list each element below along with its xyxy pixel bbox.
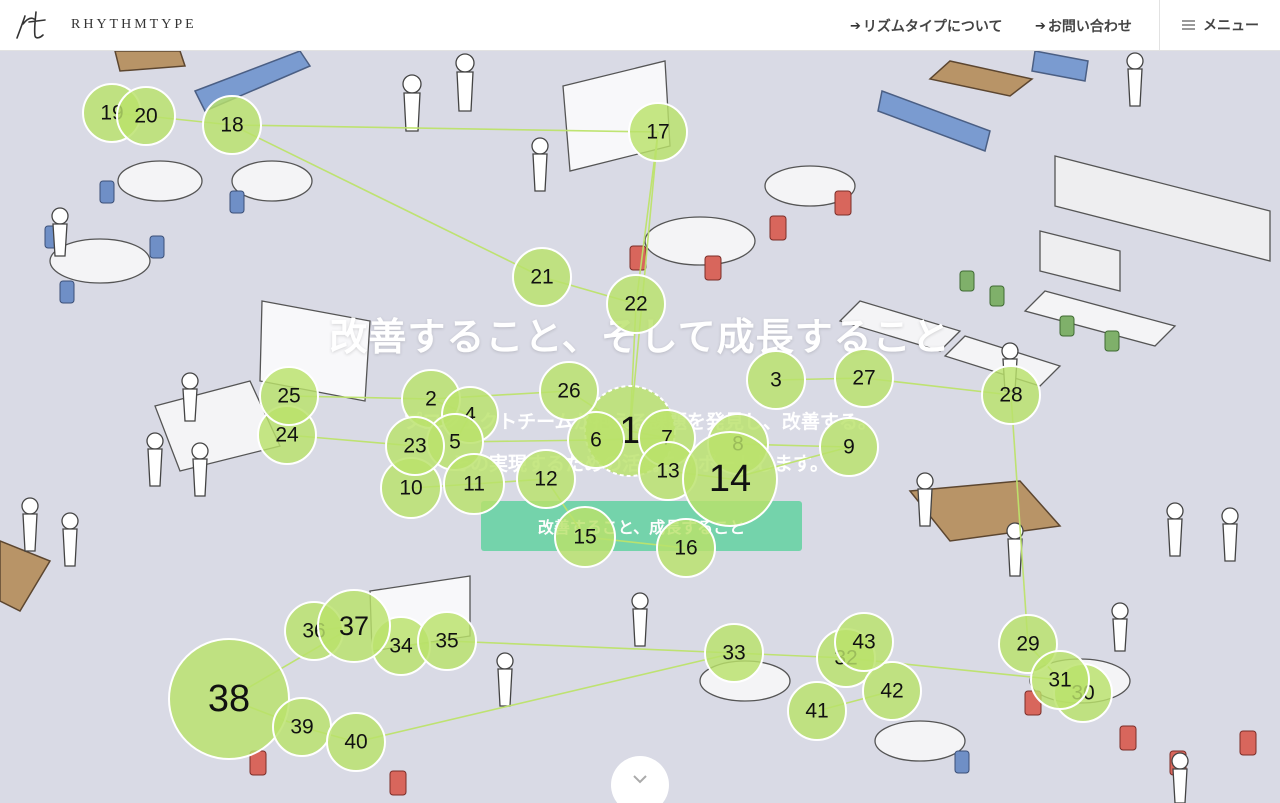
- bubble-6[interactable]: 6: [567, 411, 625, 469]
- bubble-label: 25: [277, 385, 300, 408]
- bubble-label: 28: [999, 384, 1022, 407]
- bubble-20[interactable]: 20: [116, 86, 176, 146]
- connection-line: [231, 124, 543, 278]
- bubble-37[interactable]: 37: [317, 589, 391, 663]
- bubble-25[interactable]: 25: [259, 366, 319, 426]
- site-header: RHYTHMTYPE ➔ リズムタイプについて ➔ お問い合わせ メニュー: [0, 0, 1280, 51]
- bubble-15[interactable]: 15: [554, 506, 616, 568]
- bubble-12[interactable]: 12: [516, 449, 576, 509]
- bubble-18[interactable]: 18: [202, 95, 262, 155]
- bubble-39[interactable]: 39: [272, 697, 332, 757]
- bubble-43[interactable]: 43: [834, 612, 894, 672]
- nav-link-contact[interactable]: ➔ お問い合わせ: [1035, 16, 1132, 36]
- bubble-3[interactable]: 3: [746, 350, 806, 410]
- bubble-22[interactable]: 22: [606, 274, 666, 334]
- bubble-label: 41: [805, 700, 828, 723]
- arrow-right-icon: ➔: [850, 18, 861, 34]
- bubble-label: 6: [590, 429, 602, 452]
- network-bubble-map: 1234567891011121314151617181920212223242…: [82, 83, 1113, 772]
- bubble-label: 34: [389, 635, 413, 658]
- bubble-label: 39: [290, 716, 313, 739]
- nav-link-label: リズムタイプについて: [862, 19, 1003, 35]
- rhythmtype-logo-icon[interactable]: [14, 8, 58, 42]
- bubble-21[interactable]: 21: [512, 247, 572, 307]
- connection-line: [1010, 394, 1029, 645]
- bubble-40[interactable]: 40: [326, 712, 386, 772]
- nav-link-label: お問い合わせ: [1047, 19, 1132, 35]
- bubble-label: 24: [275, 424, 299, 447]
- hero-section: 1234567891011121314151617181920212223242…: [0, 51, 1280, 803]
- bubble-label: 31: [1048, 669, 1071, 692]
- bubble-label: 12: [534, 468, 557, 491]
- bubble-label: 35: [435, 630, 458, 653]
- menu-button[interactable]: メニュー: [1159, 0, 1280, 50]
- bubble-label: 15: [573, 526, 596, 549]
- bubble-label: 16: [674, 537, 697, 560]
- bubble-label: 40: [344, 731, 367, 754]
- bubble-11[interactable]: 11: [443, 453, 505, 515]
- bubble-41[interactable]: 41: [787, 681, 847, 741]
- logo-text[interactable]: RHYTHMTYPE: [71, 17, 197, 33]
- bubble-28[interactable]: 28: [981, 365, 1041, 425]
- bubble-label: 13: [656, 460, 679, 483]
- bubble-17[interactable]: 17: [628, 102, 688, 162]
- bubble-label: 3: [770, 369, 782, 392]
- chevron-down-icon: [633, 775, 647, 784]
- bubble-14[interactable]: 14: [682, 431, 778, 527]
- bubble-16[interactable]: 16: [656, 518, 716, 578]
- bubble-38[interactable]: 38: [168, 638, 290, 760]
- bubble-label: 22: [624, 293, 647, 316]
- bubble-label: 33: [722, 642, 745, 665]
- bubble-33[interactable]: 33: [704, 623, 764, 683]
- bubble-label: 20: [134, 105, 157, 128]
- bubble-label: 27: [852, 367, 875, 390]
- hamburger-icon: [1182, 20, 1195, 30]
- bubble-9[interactable]: 9: [819, 417, 879, 477]
- bubble-label: 38: [208, 678, 250, 720]
- bubble-label: 18: [220, 114, 243, 137]
- bubble-label: 11: [463, 473, 485, 496]
- connection-line: [231, 124, 659, 133]
- bubble-label: 29: [1016, 633, 1039, 656]
- bubble-31[interactable]: 31: [1030, 650, 1090, 710]
- bubble-label: 21: [530, 266, 553, 289]
- menu-label: メニュー: [1203, 18, 1259, 34]
- bubble-label: 5: [449, 431, 461, 454]
- nav-link-about[interactable]: ➔ リズムタイプについて: [850, 16, 1003, 36]
- bubble-label: 43: [852, 631, 875, 654]
- bubble-label: 10: [399, 477, 422, 500]
- bubble-label: 42: [880, 680, 903, 703]
- bubble-label: 37: [339, 611, 369, 641]
- bubble-label: 26: [557, 380, 580, 403]
- bubble-26[interactable]: 26: [539, 361, 599, 421]
- bubble-label: 9: [843, 436, 855, 459]
- arrow-right-icon: ➔: [1035, 18, 1046, 34]
- bubble-23[interactable]: 23: [385, 416, 445, 476]
- bubble-label: 23: [403, 435, 426, 458]
- bubble-label: 17: [646, 121, 669, 144]
- bubble-label: 14: [709, 458, 751, 500]
- bubble-27[interactable]: 27: [834, 348, 894, 408]
- bubble-label: 2: [425, 388, 437, 411]
- connection-line: [446, 640, 735, 654]
- bubble-35[interactable]: 35: [417, 611, 477, 671]
